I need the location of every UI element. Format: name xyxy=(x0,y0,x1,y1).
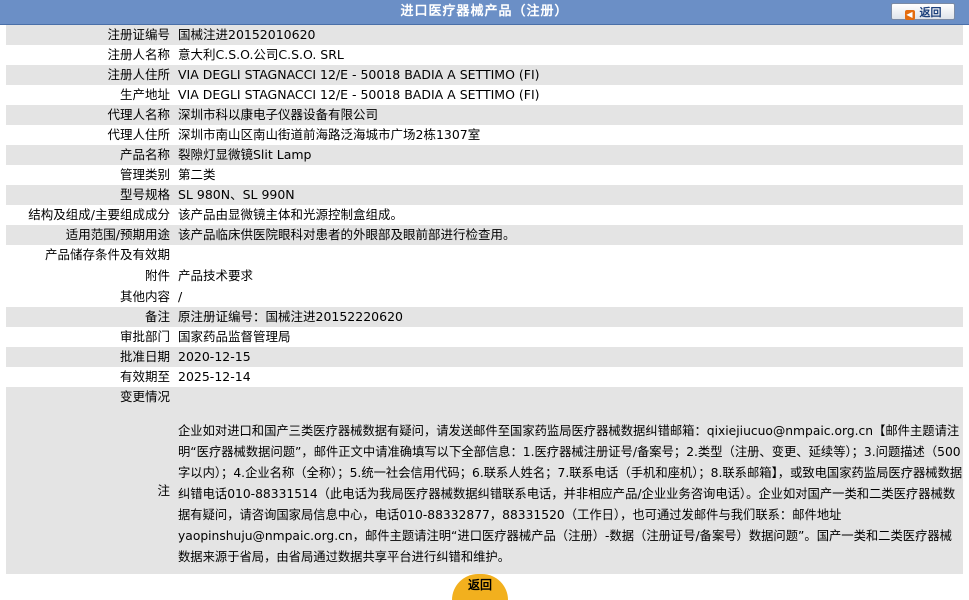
field-label: 生产地址 xyxy=(6,85,174,105)
field-label: 有效期至 xyxy=(6,367,174,387)
field-label: 管理类别 xyxy=(6,165,174,185)
field-label: 代理人名称 xyxy=(6,105,174,125)
field-label: 备注 xyxy=(6,307,174,327)
row-registration-number: 注册证编号 国械注进20152010620 xyxy=(6,25,963,45)
row-management-category: 管理类别 第二类 xyxy=(6,165,963,185)
field-value: 产品技术要求 xyxy=(174,265,963,286)
field-label: 其他内容 xyxy=(6,286,174,307)
field-value: 该产品临床供医院眼科对患者的外眼部及眼前部进行检查用。 xyxy=(174,225,963,245)
field-value: 该产品由显微镜主体和光源控制盒组成。 xyxy=(174,205,963,225)
field-label: 批准日期 xyxy=(6,347,174,367)
note-text: 企业如对进口和国产三类医疗器械数据有疑问，请发送邮件至国家药监局医疗器械数据纠错… xyxy=(174,407,963,574)
row-other-content: 其他内容 / xyxy=(6,286,963,307)
field-label: 注册人名称 xyxy=(6,45,174,65)
field-value: / xyxy=(174,286,963,307)
field-label: 审批部门 xyxy=(6,327,174,347)
row-registrant-name: 注册人名称 意大利C.S.O.公司C.S.O. SRL xyxy=(6,45,963,65)
row-structure-composition: 结构及组成/主要组成成分 该产品由显微镜主体和光源控制盒组成。 xyxy=(6,205,963,225)
field-value: VIA DEGLI STAGNACCI 12/E - 50018 BADIA A… xyxy=(174,85,963,105)
row-model-spec: 型号规格 SL 980N、SL 990N xyxy=(6,185,963,205)
field-label: 代理人住所 xyxy=(6,125,174,145)
field-value: 2025-12-14 xyxy=(174,367,963,387)
row-change-history: 变更情况 xyxy=(6,387,963,407)
row-production-address: 生产地址 VIA DEGLI STAGNACCI 12/E - 50018 BA… xyxy=(6,85,963,105)
field-value: SL 980N、SL 990N xyxy=(174,185,963,205)
row-storage-validity: 产品储存条件及有效期 xyxy=(6,245,963,265)
field-value: 原注册证编号：国械注进20152220620 xyxy=(174,307,963,327)
field-value xyxy=(174,245,963,265)
field-label: 型号规格 xyxy=(6,185,174,205)
row-approval-date: 批准日期 2020-12-15 xyxy=(6,347,963,367)
field-label: 产品储存条件及有效期 xyxy=(6,245,174,265)
note-label: 注 xyxy=(6,407,174,574)
field-value xyxy=(174,387,963,407)
field-value: 国械注进20152010620 xyxy=(174,25,963,45)
field-label: 结构及组成/主要组成成分 xyxy=(6,205,174,225)
row-agent-name: 代理人名称 深圳市科以康电子仪器设备有限公司 xyxy=(6,105,963,125)
row-valid-until: 有效期至 2025-12-14 xyxy=(6,367,963,387)
registration-details-table: 注册证编号 国械注进20152010620 注册人名称 意大利C.S.O.公司C… xyxy=(6,25,963,574)
field-label: 适用范围/预期用途 xyxy=(6,225,174,245)
bottom-back-button[interactable]: 返回 xyxy=(452,574,508,600)
row-intended-use: 适用范围/预期用途 该产品临床供医院眼科对患者的外眼部及眼前部进行检查用。 xyxy=(6,225,963,245)
field-label: 附件 xyxy=(6,265,174,286)
field-value: 第二类 xyxy=(174,165,963,185)
back-button[interactable]: ◀ 返回 xyxy=(891,3,955,20)
field-value: 国家药品监督管理局 xyxy=(174,327,963,347)
field-value: VIA DEGLI STAGNACCI 12/E - 50018 BADIA A… xyxy=(174,65,963,85)
row-note: 注 企业如对进口和国产三类医疗器械数据有疑问，请发送邮件至国家药监局医疗器械数据… xyxy=(6,407,963,574)
field-label: 注册证编号 xyxy=(6,25,174,45)
field-label: 注册人住所 xyxy=(6,65,174,85)
page-header: 进口医疗器械产品（注册） ◀ 返回 xyxy=(0,0,969,25)
back-button-label: 返回 xyxy=(919,6,942,19)
field-label: 产品名称 xyxy=(6,145,174,165)
field-value: 深圳市科以康电子仪器设备有限公司 xyxy=(174,105,963,125)
row-agent-address: 代理人住所 深圳市南山区南山街道前海路泛海城市广场2栋1307室 xyxy=(6,125,963,145)
row-remarks: 备注 原注册证编号：国械注进20152220620 xyxy=(6,307,963,327)
row-product-name: 产品名称 裂隙灯显微镜Slit Lamp xyxy=(6,145,963,165)
field-value: 2020-12-15 xyxy=(174,347,963,367)
bottom-back-label: 返回 xyxy=(467,578,492,592)
row-attachment: 附件 产品技术要求 xyxy=(6,265,963,286)
field-value: 意大利C.S.O.公司C.S.O. SRL xyxy=(174,45,963,65)
field-label: 变更情况 xyxy=(6,387,174,407)
back-arrow-icon: ◀ xyxy=(904,10,915,20)
field-value: 裂隙灯显微镜Slit Lamp xyxy=(174,145,963,165)
row-registrant-address: 注册人住所 VIA DEGLI STAGNACCI 12/E - 50018 B… xyxy=(6,65,963,85)
field-value: 深圳市南山区南山街道前海路泛海城市广场2栋1307室 xyxy=(174,125,963,145)
page-title: 进口医疗器械产品（注册） xyxy=(400,4,569,19)
row-approval-department: 审批部门 国家药品监督管理局 xyxy=(6,327,963,347)
